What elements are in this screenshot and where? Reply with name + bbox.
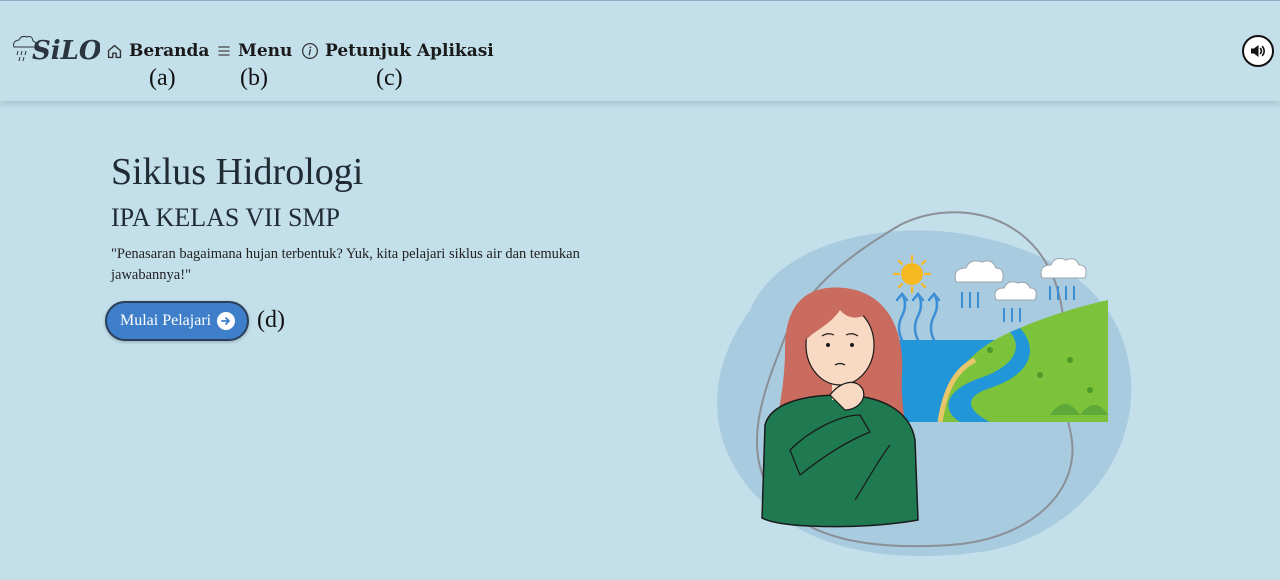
- home-icon: [107, 44, 122, 58]
- annotation-d: (d): [257, 307, 285, 333]
- silo-logo[interactable]: SiLO: [10, 31, 100, 71]
- annotation-b: (b): [240, 65, 268, 91]
- sun-icon: [892, 254, 932, 294]
- info-icon: [301, 42, 319, 60]
- nav-menu-label: Menu: [238, 41, 293, 61]
- top-navbar: SiLO Beranda (a) Menu (b) Petunjuk Aplik…: [0, 1, 1280, 101]
- nav-beranda-label: Beranda: [129, 41, 210, 61]
- intro-quote: "Penasaran bagaimana hujan terbentuk? Yu…: [111, 246, 580, 283]
- nav-petunjuk-label: Petunjuk Aplikasi: [325, 41, 494, 61]
- arrow-right-circle-icon: [217, 312, 236, 330]
- nav-petunjuk-aplikasi[interactable]: Petunjuk Aplikasi: [301, 41, 494, 61]
- menu-icon: [218, 46, 230, 56]
- water-cycle-illustration: [717, 211, 1132, 557]
- annotation-c: (c): [376, 65, 403, 91]
- sound-toggle-button[interactable]: [1242, 35, 1274, 67]
- annotation-a: (a): [149, 65, 176, 91]
- page-title: Siklus Hidrologi: [111, 151, 364, 193]
- start-learning-button[interactable]: Mulai Pelajari: [105, 301, 250, 341]
- page-subtitle: IPA KELAS VII SMP: [111, 203, 341, 232]
- speaker-icon: [1251, 45, 1265, 57]
- nav-beranda[interactable]: Beranda: [106, 41, 209, 61]
- nav-menu[interactable]: Menu: [216, 41, 292, 61]
- svg-text:SiLO: SiLO: [32, 36, 100, 66]
- start-learning-label: Mulai Pelajari: [120, 312, 212, 329]
